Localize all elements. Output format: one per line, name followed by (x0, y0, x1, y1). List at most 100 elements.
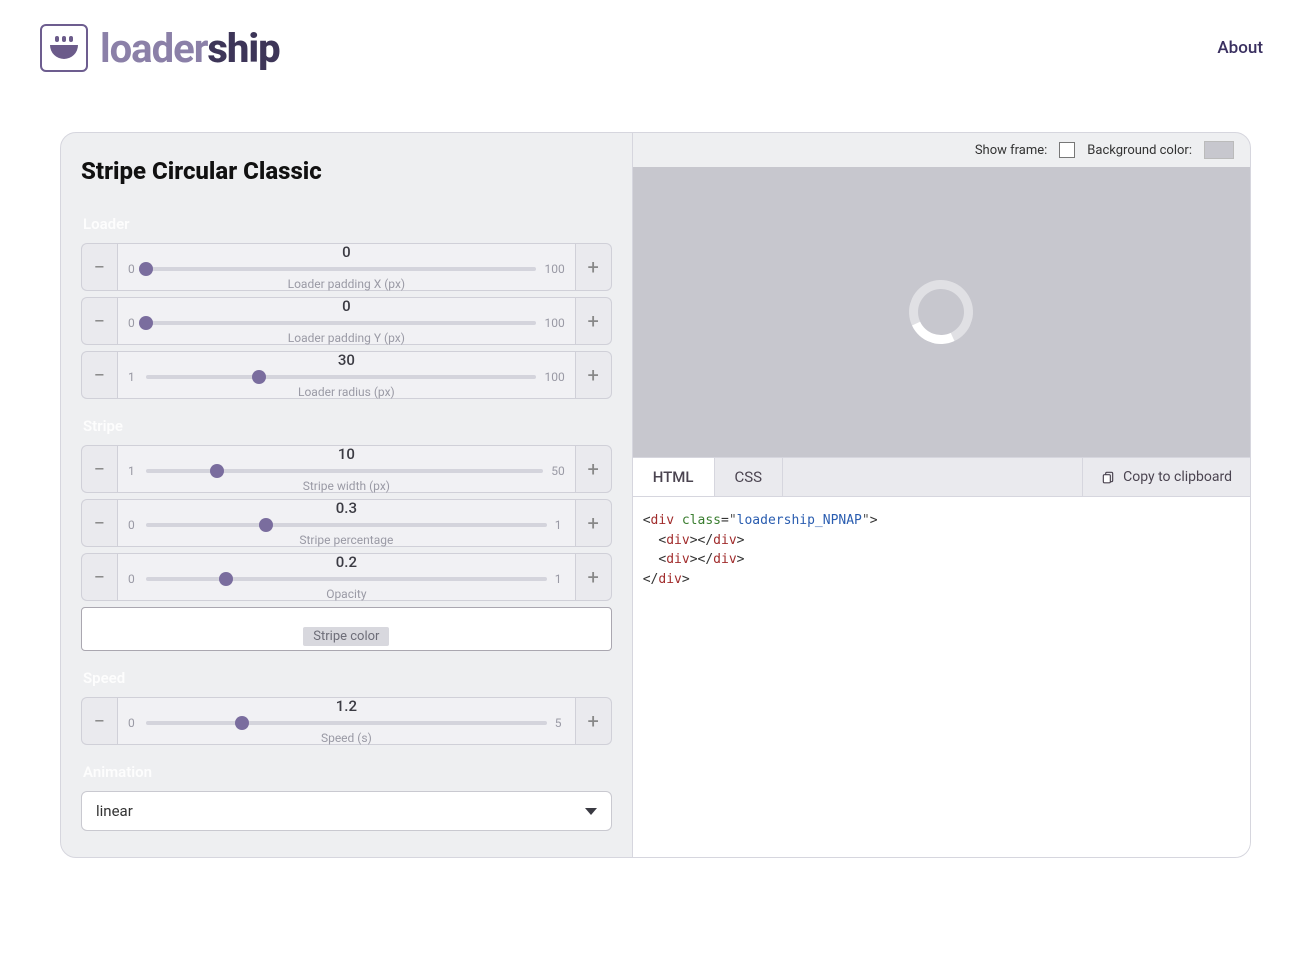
slider[interactable]: 0 0 100 Loader padding X (px) (117, 243, 576, 291)
slider-value: 0.3 (128, 501, 565, 516)
slider-value: 10 (128, 447, 565, 462)
slider-min: 1 (128, 370, 138, 384)
slider-value: 30 (128, 353, 565, 368)
decrement-button[interactable]: − (81, 297, 117, 345)
slider-caption: Loader padding Y (px) (128, 332, 565, 344)
slider-thumb[interactable] (210, 464, 224, 478)
show-frame-checkbox[interactable] (1059, 142, 1075, 158)
slider[interactable]: 1.2 0 5 Speed (s) (117, 697, 576, 745)
tab-html[interactable]: HTML (633, 458, 715, 496)
slider-track[interactable] (146, 523, 547, 527)
clipboard-icon (1101, 470, 1115, 484)
slider-value: 0.2 (128, 555, 565, 570)
slider-min: 0 (128, 518, 138, 532)
show-frame-label: Show frame: (975, 143, 1047, 158)
loader-control-0: −0 0 100 Loader padding X (px) + (81, 243, 612, 291)
about-link[interactable]: About (1217, 38, 1263, 58)
stripe-color-input[interactable]: Stripe color (81, 607, 612, 651)
section-label-animation: Animation (83, 763, 612, 781)
logo[interactable]: loadership (40, 24, 280, 72)
copy-label: Copy to clipboard (1123, 469, 1232, 485)
slider-caption: Stripe percentage (128, 534, 565, 546)
bg-color-label: Background color: (1087, 143, 1192, 158)
slider-value: 0 (128, 299, 565, 314)
slider-track[interactable] (146, 577, 547, 581)
slider-max: 1 (555, 518, 565, 532)
header: loadership About (0, 0, 1311, 82)
decrement-button[interactable]: − (81, 445, 117, 493)
logo-text: loadership (100, 25, 280, 72)
slider-thumb[interactable] (235, 716, 249, 730)
slider-max: 1 (555, 572, 565, 586)
slider[interactable]: 0.2 0 1 Opacity (117, 553, 576, 601)
slider-min: 0 (128, 572, 138, 586)
logo-text-light: loader (100, 25, 207, 72)
decrement-button[interactable]: − (81, 697, 117, 745)
slider-track[interactable] (146, 469, 543, 473)
increment-button[interactable]: + (576, 351, 612, 399)
preview-panel: Show frame: Background color: HTML CSS C… (632, 133, 1250, 857)
slider-caption: Loader padding X (px) (128, 278, 565, 290)
decrement-button[interactable]: − (81, 499, 117, 547)
bg-color-swatch[interactable] (1204, 141, 1234, 159)
slider-thumb[interactable] (139, 262, 153, 276)
slider[interactable]: 10150Stripe width (px) (117, 445, 576, 493)
slider-thumb[interactable] (252, 370, 266, 384)
preview-toolbar: Show frame: Background color: (633, 133, 1250, 167)
slider-min: 1 (128, 464, 138, 478)
slider-thumb[interactable] (219, 572, 233, 586)
stripe-control-0: −10150Stripe width (px)+ (81, 445, 612, 493)
panel-title: Stripe Circular Classic (81, 157, 612, 185)
chevron-down-icon (585, 808, 597, 815)
slider[interactable]: 30 1 100 Loader radius (px) (117, 351, 576, 399)
slider-value: 0 (128, 245, 565, 260)
tab-css[interactable]: CSS (715, 458, 784, 496)
slider-track[interactable] (146, 721, 547, 725)
animation-select[interactable]: linear (81, 791, 612, 831)
speed-control-0: −1.2 0 5 Speed (s) + (81, 697, 612, 745)
increment-button[interactable]: + (576, 553, 612, 601)
logo-icon (40, 24, 88, 72)
stripe-color-label: Stripe color (303, 627, 389, 646)
preview-area (633, 167, 1250, 457)
slider-thumb[interactable] (259, 518, 273, 532)
stripe-control-2: −0.2 0 1 Opacity + (81, 553, 612, 601)
decrement-button[interactable]: − (81, 243, 117, 291)
slider[interactable]: 0 0 100 Loader padding Y (px) (117, 297, 576, 345)
slider-caption: Opacity (128, 588, 565, 600)
slider-max: 5 (555, 716, 565, 730)
increment-button[interactable]: + (576, 499, 612, 547)
slider-min: 0 (128, 262, 138, 276)
code-tabs: HTML CSS Copy to clipboard (633, 457, 1250, 497)
stripe-control-1: −0.3 0 1 Stripe percentage + (81, 499, 612, 547)
slider-value: 1.2 (128, 699, 565, 714)
decrement-button[interactable]: − (81, 351, 117, 399)
slider-max: 100 (544, 262, 564, 276)
loader-control-2: −30 1 100 Loader radius (px) + (81, 351, 612, 399)
slider[interactable]: 0.3 0 1 Stripe percentage (117, 499, 576, 547)
increment-button[interactable]: + (576, 697, 612, 745)
main-card: Stripe Circular Classic Loader −00100Loa… (60, 132, 1251, 858)
increment-button[interactable]: + (576, 445, 612, 493)
slider-thumb[interactable] (139, 316, 153, 330)
logo-text-bold: ship (207, 25, 279, 72)
section-label-loader: Loader (83, 215, 612, 233)
slider-track[interactable] (146, 321, 536, 325)
increment-button[interactable]: + (576, 243, 612, 291)
slider-max: 50 (551, 464, 565, 478)
slider-max: 100 (544, 316, 564, 330)
code-area[interactable]: <div class="loadership_NPNAP"> <div></di… (633, 497, 1250, 857)
slider-min: 0 (128, 316, 138, 330)
increment-button[interactable]: + (576, 297, 612, 345)
loader-control-1: −0 0 100 Loader padding Y (px) + (81, 297, 612, 345)
copy-to-clipboard-button[interactable]: Copy to clipboard (1082, 458, 1250, 496)
slider-max: 100 (544, 370, 564, 384)
slider-caption: Loader radius (px) (128, 386, 565, 398)
controls-panel: Stripe Circular Classic Loader −00100Loa… (61, 133, 632, 857)
slider-track[interactable] (146, 267, 536, 271)
decrement-button[interactable]: − (81, 553, 117, 601)
slider-caption: Speed (s) (128, 732, 565, 744)
slider-track[interactable] (146, 375, 536, 379)
slider-min: 0 (128, 716, 138, 730)
section-label-stripe: Stripe (83, 417, 612, 435)
